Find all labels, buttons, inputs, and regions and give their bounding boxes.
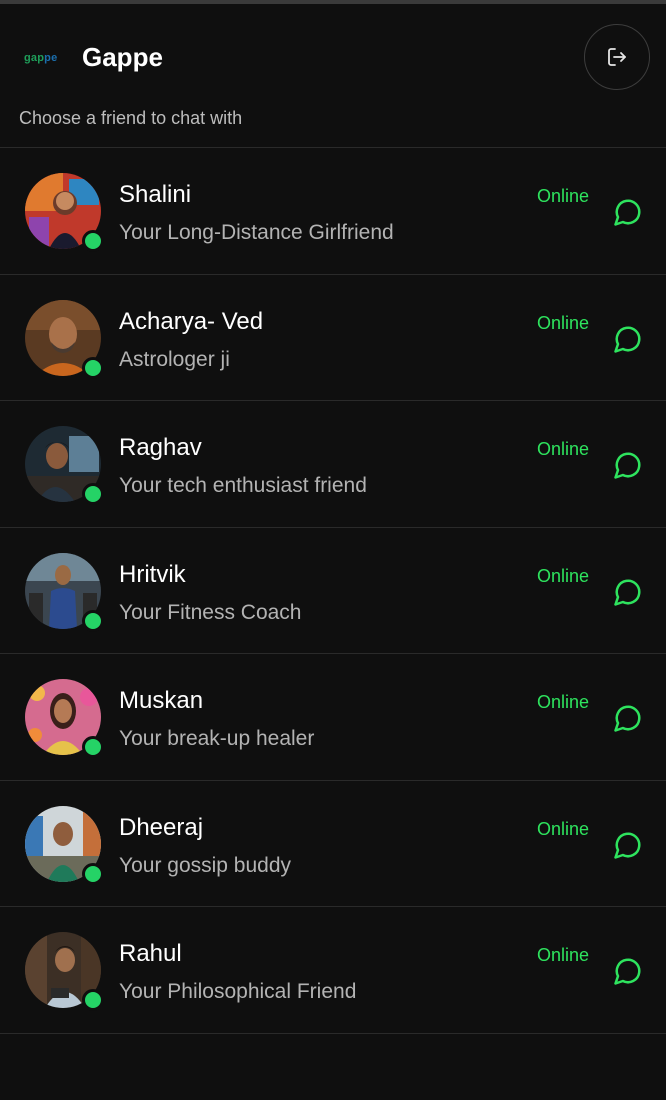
avatar-container [25,426,104,505]
online-status-dot [82,356,104,379]
avatar-container [25,932,104,1011]
friend-item-raghav[interactable]: Raghav Your tech enthusiast friend Onlin… [0,401,666,528]
friend-name: Shalini [119,181,192,208]
page-subtitle: Choose a friend to chat with [19,108,243,128]
online-status-label: Online [537,312,590,333]
chat-bubble-icon[interactable] [613,197,643,227]
online-status-dot [82,609,104,632]
online-status-dot [82,862,104,885]
avatar-container [25,552,104,632]
online-status-label: Online [537,565,590,586]
logout-icon [608,48,626,66]
logo-text-part1: gap [24,51,45,64]
friend-item-acharya-ved[interactable]: Acharya- Ved Astrologer ji Online [0,275,666,401]
brand: gappe Gappe [24,42,163,73]
online-status-label: Online [537,818,590,839]
chat-bubble-icon[interactable] [613,577,643,607]
friend-description: Your Philosophical Friend [119,980,357,1003]
app-header: gappe Gappe Choose a friend to chat with [0,4,666,148]
friend-item-muskan[interactable]: Muskan Your break-up healer Online [0,654,666,781]
friend-item-hritvik[interactable]: Hritvik Your Fitness Coach Online [0,528,666,654]
friend-name: Hritvik [119,560,186,588]
friend-item-rahul[interactable]: Rahul Your Philosophical Friend Online [0,907,666,1034]
online-status-label: Online [537,692,590,712]
friend-description: Your gossip buddy [119,853,292,877]
friend-description: Astrologer ji [119,347,230,371]
avatar-container [25,805,104,885]
avatar-container [25,679,104,758]
friend-list: Shalini Your Long-Distance Girlfriend On… [0,148,666,1034]
app-logo: gappe [24,52,64,64]
logout-button[interactable] [584,24,650,90]
online-status-dot [82,736,104,758]
online-status-label: Online [537,186,590,206]
online-status-label: Online [537,945,590,965]
friend-name: Raghav [119,434,202,461]
chat-bubble-icon[interactable] [613,450,643,480]
chat-bubble-icon[interactable] [613,703,643,733]
friend-name: Dheeraj [119,813,204,841]
friend-description: Your tech enthusiast friend [119,474,367,497]
friend-description: Your Fitness Coach [119,600,302,624]
app-title: Gappe [82,42,163,72]
friend-description: Your break-up healer [119,727,315,750]
friend-name: Muskan [119,687,204,714]
friend-item-dheeraj[interactable]: Dheeraj Your gossip buddy Online [0,781,666,907]
online-status-label: Online [537,439,590,459]
chat-bubble-icon[interactable] [613,324,643,354]
online-status-dot [82,483,104,505]
avatar-container [25,299,104,379]
friend-description: Your Long-Distance Girlfriend [119,221,394,244]
chat-bubble-icon[interactable] [613,956,643,986]
online-status-dot [82,230,104,252]
friend-name: Rahul [119,940,182,967]
avatar-container [25,173,104,252]
friend-name: Acharya- Ved [119,307,264,335]
friend-item-shalini[interactable]: Shalini Your Long-Distance Girlfriend On… [0,148,666,275]
online-status-dot [82,989,104,1011]
logo-text-part2: pe [44,51,58,64]
chat-bubble-icon[interactable] [613,830,643,860]
